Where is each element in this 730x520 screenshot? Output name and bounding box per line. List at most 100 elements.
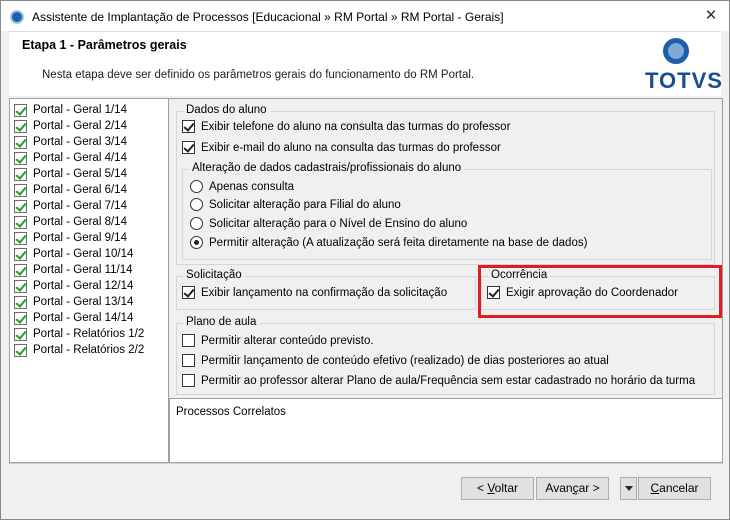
- checked-step-icon: [14, 343, 27, 357]
- tree-item[interactable]: Portal - Geral 9/14: [14, 230, 168, 246]
- checked-step-icon: [14, 263, 27, 277]
- wizard-header: Etapa 1 - Parâmetros gerais Nesta etapa …: [9, 31, 722, 96]
- button-text: ar >: [578, 481, 600, 495]
- ocorrencia-highlight-box: [478, 265, 722, 318]
- tree-item-label: Portal - Geral 12/14: [33, 280, 134, 292]
- next-button[interactable]: Avançar >: [536, 477, 609, 500]
- tree-item[interactable]: Portal - Geral 5/14: [14, 166, 168, 182]
- tree-item[interactable]: Portal - Geral 10/14: [14, 246, 168, 262]
- tree-item[interactable]: Portal - Geral 11/14: [14, 262, 168, 278]
- step-title: Etapa 1 - Parâmetros gerais: [22, 38, 187, 52]
- wizard-window: Assistente de Implantação de Processos […: [0, 0, 730, 520]
- tree-item-label: Portal - Geral 11/14: [33, 264, 133, 276]
- tree-item-label: Portal - Geral 14/14: [33, 312, 134, 324]
- tree-item[interactable]: Portal - Geral 3/14: [14, 134, 168, 150]
- radio-permitir-alteracao[interactable]: Permitir alteração (A atualização será f…: [190, 236, 587, 249]
- totvs-logo: TOTVS: [643, 38, 722, 94]
- tree-item[interactable]: Portal - Geral 12/14: [14, 278, 168, 294]
- checked-step-icon: [14, 231, 27, 245]
- checkbox-label: Permitir alterar conteúdo previsto.: [201, 334, 374, 347]
- tree-item[interactable]: Portal - Relatórios 1/2: [14, 326, 168, 342]
- back-button[interactable]: < Voltar: [461, 477, 534, 500]
- tree-item[interactable]: Portal - Geral 14/14: [14, 310, 168, 326]
- button-text: <: [476, 481, 488, 495]
- tree-item[interactable]: Portal - Geral 6/14: [14, 182, 168, 198]
- tree-item-label: Portal - Geral 3/14: [33, 136, 127, 148]
- checked-step-icon: [14, 215, 27, 229]
- checkbox-label: Permitir ao professor alterar Plano de a…: [201, 374, 696, 387]
- tree-item[interactable]: Portal - Relatórios 2/2: [14, 342, 168, 358]
- title-bar: Assistente de Implantação de Processos […: [1, 1, 729, 31]
- tree-item-label: Portal - Relatórios 1/2: [33, 328, 145, 340]
- checked-step-icon: [14, 151, 27, 165]
- checkbox-box[interactable]: [182, 120, 195, 133]
- tree-item-label: Portal - Relatórios 2/2: [33, 344, 145, 356]
- checkbox-exibir-lancamento[interactable]: Exibir lançamento na confirmação da soli…: [182, 286, 447, 299]
- radio-circle[interactable]: [190, 198, 203, 211]
- tree-item-label: Portal - Geral 8/14: [33, 216, 127, 228]
- dropdown-arrow-button[interactable]: [620, 477, 637, 500]
- tree-item[interactable]: Portal - Geral 2/14: [14, 118, 168, 134]
- checkbox-lancamento-dias-posteriores[interactable]: Permitir lançamento de conteúdo efetivo …: [182, 354, 609, 367]
- group-legend: Plano de aula: [183, 316, 260, 328]
- footer-divider: [9, 463, 723, 464]
- access-key: V: [487, 481, 495, 495]
- checkbox-box[interactable]: [182, 334, 195, 347]
- cancel-button[interactable]: Cancelar: [638, 477, 711, 500]
- tree-item[interactable]: Portal - Geral 1/14: [14, 102, 168, 118]
- button-text: Avan: [545, 481, 573, 495]
- checked-step-icon: [14, 279, 27, 293]
- tree-item[interactable]: Portal - Geral 4/14: [14, 150, 168, 166]
- checkbox-box[interactable]: [182, 374, 195, 387]
- group-legend: Solicitação: [183, 269, 245, 281]
- related-processes-title: Processos Correlatos: [176, 406, 286, 418]
- checkbox-label: Permitir lançamento de conteúdo efetivo …: [201, 354, 609, 367]
- radio-label: Solicitar alteração para o Nível de Ensi…: [209, 217, 468, 230]
- tree-item-label: Portal - Geral 13/14: [33, 296, 134, 308]
- tree-item-label: Portal - Geral 10/14: [33, 248, 134, 260]
- access-key: C: [650, 481, 660, 495]
- group-legend: Alteração de dados cadastrais/profission…: [189, 162, 465, 174]
- checkbox-label: Exibir e-mail do aluno na consulta das t…: [201, 141, 501, 154]
- checked-step-icon: [14, 295, 27, 309]
- checked-step-icon: [14, 199, 27, 213]
- checkbox-label: Exibir telefone do aluno na consulta das…: [201, 120, 511, 133]
- checkbox-box[interactable]: [182, 141, 195, 154]
- app-icon: [10, 10, 24, 24]
- tree-item[interactable]: Portal - Geral 8/14: [14, 214, 168, 230]
- tree-item-label: Portal - Geral 4/14: [33, 152, 127, 164]
- steps-tree: Portal - Geral 1/14 Portal - Geral 2/14 Po…: [9, 98, 169, 463]
- radio-label: Permitir alteração (A atualização será f…: [209, 236, 588, 249]
- radio-solicitar-filial[interactable]: Solicitar alteração para Filial do aluno: [190, 198, 401, 211]
- checked-step-icon: [14, 119, 27, 133]
- button-text: ancelar: [659, 481, 699, 495]
- checkbox-alterar-conteudo-previsto[interactable]: Permitir alterar conteúdo previsto.: [182, 334, 374, 347]
- checked-step-icon: [14, 103, 27, 117]
- button-text: oltar: [494, 481, 519, 495]
- close-button[interactable]: ✕: [699, 5, 723, 27]
- group-solicitacao: Solicitação Exibir lançamento na confirm…: [176, 269, 476, 310]
- radio-circle[interactable]: [190, 180, 203, 193]
- checkbox-alterar-plano-sem-horario[interactable]: Permitir ao professor alterar Plano de a…: [182, 374, 695, 387]
- checkbox-box[interactable]: [182, 286, 195, 299]
- checkbox-exibir-telefone[interactable]: Exibir telefone do aluno na consulta das…: [182, 120, 510, 133]
- radio-apenas-consulta[interactable]: Apenas consulta: [190, 180, 294, 193]
- tree-item-label: Portal - Geral 5/14: [33, 168, 127, 180]
- parameters-panel: Dados do aluno Exibir telefone do aluno …: [169, 98, 723, 398]
- tree-item[interactable]: Portal - Geral 13/14: [14, 294, 168, 310]
- radio-solicitar-nivel-ensino[interactable]: Solicitar alteração para o Nível de Ensi…: [190, 217, 467, 230]
- radio-label: Apenas consulta: [209, 180, 295, 193]
- group-alteracao-dados: Alteração de dados cadastrais/profission…: [182, 162, 712, 260]
- group-dados-aluno: Dados do aluno Exibir telefone do aluno …: [176, 104, 715, 265]
- checkbox-box[interactable]: [182, 354, 195, 367]
- checkbox-exibir-email[interactable]: Exibir e-mail do aluno na consulta das t…: [182, 141, 501, 154]
- radio-circle[interactable]: [190, 236, 203, 249]
- checked-step-icon: [14, 247, 27, 261]
- radio-circle[interactable]: [190, 217, 203, 230]
- checkbox-label: Exibir lançamento na confirmação da soli…: [201, 286, 448, 299]
- tree-item[interactable]: Portal - Geral 7/14: [14, 198, 168, 214]
- tree-item-label: Portal - Geral 1/14: [33, 104, 127, 116]
- tree-item-label: Portal - Geral 9/14: [33, 232, 127, 244]
- checked-step-icon: [14, 327, 27, 341]
- tree-item-label: Portal - Geral 7/14: [33, 200, 127, 212]
